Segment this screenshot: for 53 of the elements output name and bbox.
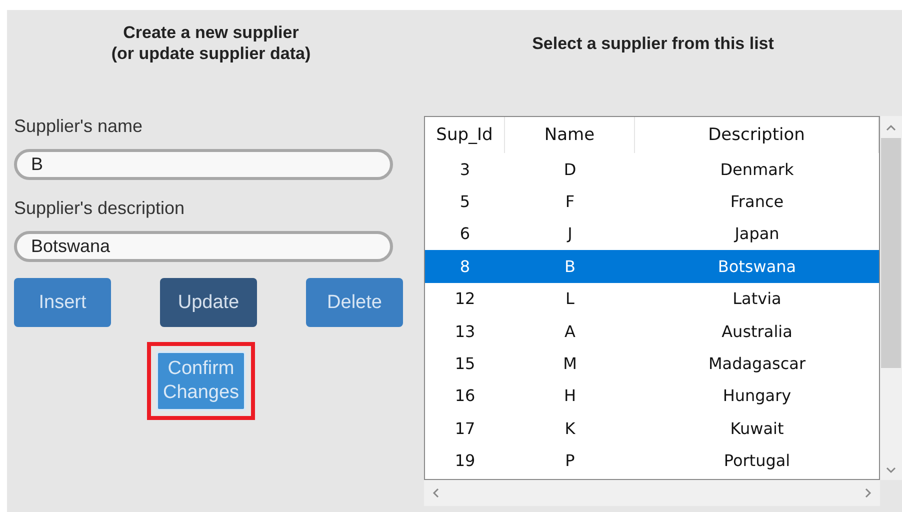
table-row[interactable]: 5 F France xyxy=(425,185,879,218)
table-row[interactable]: 15 M Madagascar xyxy=(425,347,879,380)
column-header[interactable]: Description xyxy=(635,117,879,153)
table-cell-text: F xyxy=(564,191,576,214)
list-title: Select a supplier from this list xyxy=(531,34,775,54)
field-label: Supplier's name xyxy=(14,116,144,137)
table-cell-text: France xyxy=(729,191,785,214)
table-cell-text: A xyxy=(564,320,576,343)
table-cell-text: 8 xyxy=(458,256,472,278)
table-cell-text: 19 xyxy=(454,450,476,472)
table-cell-text: J xyxy=(566,223,574,246)
table-cell-text: P xyxy=(564,450,576,472)
table-cell-text: 6 xyxy=(458,223,472,246)
table-row[interactable]: 8 B Botswana xyxy=(425,250,879,283)
table-cell-text: 16 xyxy=(454,385,476,408)
column-header[interactable]: Sup_Id xyxy=(425,117,505,153)
table-cell-text: K xyxy=(564,418,576,440)
table-cell-text: 12 xyxy=(454,288,476,310)
table-cell-text: Botswana xyxy=(716,256,798,278)
table-row[interactable]: 6 J Japan xyxy=(425,218,879,250)
table-cell-text: Australia xyxy=(720,320,794,343)
field-label: Supplier's description xyxy=(14,198,186,219)
table-row[interactable]: 13 A Australia xyxy=(425,314,879,348)
horizontal-scrollbar[interactable] xyxy=(424,480,880,506)
table-row[interactable]: 19 P Portugal xyxy=(425,444,879,477)
table-cell-text: Latvia xyxy=(732,288,782,310)
table-cell-text: B xyxy=(564,256,576,278)
table-cell-text: Kuwait xyxy=(729,418,785,440)
table-row[interactable]: 16 H Hungary xyxy=(425,380,879,412)
vertical-scrollbar[interactable] xyxy=(880,116,902,480)
table-cell-text: Portugal xyxy=(722,450,792,472)
table-cell-text: 13 xyxy=(454,320,476,343)
table-cell-text: 15 xyxy=(454,353,476,376)
table-cell-text: Denmark xyxy=(719,158,795,181)
table-cell-text: Hungary xyxy=(722,385,792,408)
table-cell-text: D xyxy=(562,158,578,181)
update-button[interactable]: Update xyxy=(160,278,257,327)
table-cell-text: M xyxy=(562,353,578,376)
table-row[interactable]: 17 K Kuwait xyxy=(425,412,879,445)
table-cell-text: Japan xyxy=(732,223,780,246)
table-cell-text: 5 xyxy=(458,191,472,214)
table-cell-text: L xyxy=(564,288,576,310)
form-title: Create a new supplier (or update supplier data) xyxy=(110,22,312,64)
table-cell-text: Madagascar xyxy=(707,353,807,376)
table-cell-text: 17 xyxy=(454,418,476,440)
table-cell-text: H xyxy=(562,385,578,408)
table-row[interactable]: 12 L Latvia xyxy=(425,282,879,315)
table-row[interactable]: 3 D Denmark xyxy=(425,153,879,186)
input-field[interactable]: Botswana xyxy=(14,231,393,262)
column-header[interactable]: Name xyxy=(505,117,635,153)
table-cell-text: 3 xyxy=(458,158,472,181)
input-field[interactable]: B xyxy=(14,149,393,180)
scroll-thumb[interactable] xyxy=(881,138,901,368)
